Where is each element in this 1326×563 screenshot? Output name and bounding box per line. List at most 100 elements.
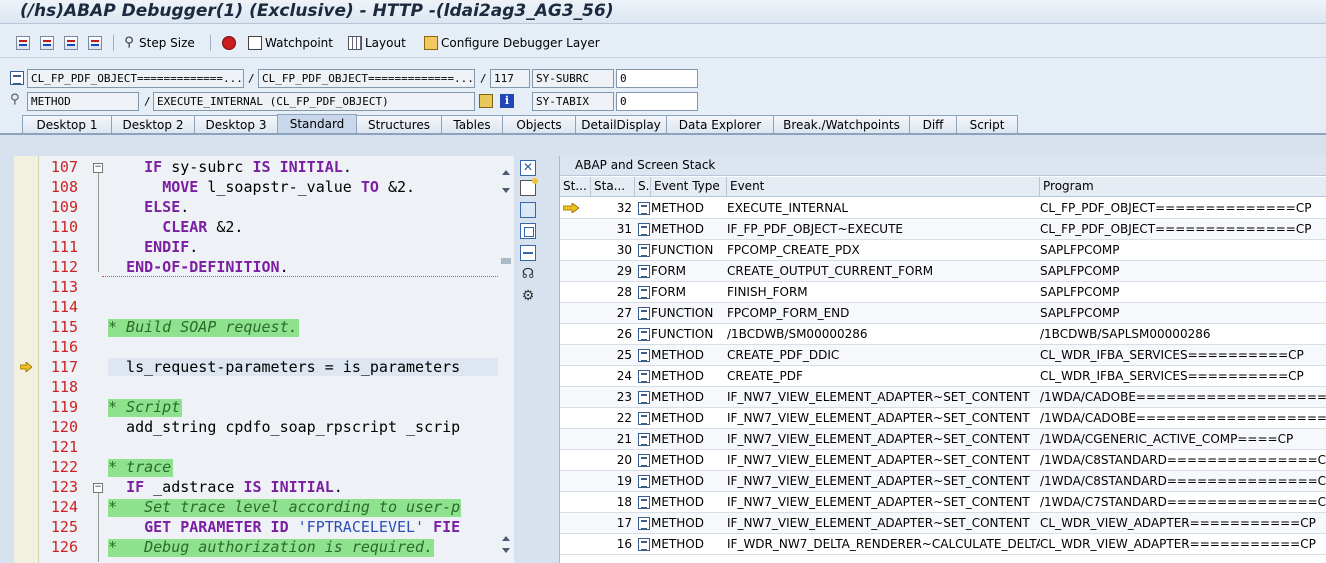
tab-standard[interactable]: Standard	[277, 114, 357, 134]
replace-tool-icon[interactable]	[520, 202, 536, 218]
code-line: ELSE.	[144, 198, 190, 216]
toolbar-separator	[210, 35, 211, 51]
program-field[interactable]: CL_FP_PDF_OBJECT=============...	[27, 69, 244, 88]
tab-structures[interactable]: Structures	[356, 115, 442, 134]
stack-row[interactable]: 19 METHOD IF_NW7_VIEW_ELEMENT_ADAPTER~SET_…	[560, 471, 1326, 492]
scroll-down-icon[interactable]	[502, 548, 510, 553]
tab-desktop-1[interactable]: Desktop 1	[22, 115, 112, 134]
editor-scrollbar[interactable]	[498, 162, 514, 557]
column-header-program[interactable]: Program	[1040, 177, 1326, 197]
scroll-thumb[interactable]	[501, 258, 511, 264]
step-into-button[interactable]	[16, 34, 30, 52]
tabix-label: SY-TABIX	[532, 92, 614, 111]
column-header-event[interactable]: Event	[727, 177, 1040, 197]
program-name: CL_FP_PDF_OBJECT==============CP	[1040, 201, 1312, 215]
program-name: SAPLFPCOMP	[1040, 264, 1120, 278]
scroll-down-icon[interactable]	[502, 188, 510, 193]
include-field[interactable]: CL_FP_PDF_OBJECT=============...	[258, 69, 475, 88]
stack-row[interactable]: 29 FORM CREATE_OUTPUT_CURRENT_FORM SAPLFPCO…	[560, 261, 1326, 282]
stack-level: 16	[616, 537, 632, 551]
close-tool-icon[interactable]: ✕	[520, 160, 536, 176]
continue-button[interactable]	[88, 34, 102, 52]
tab-diff[interactable]: Diff	[909, 115, 957, 134]
tab-desktop-2[interactable]: Desktop 2	[111, 115, 195, 134]
fold-toggle-icon[interactable]: −	[93, 483, 103, 493]
event-name: FPCOMP_FORM_END	[727, 306, 850, 320]
stack-level: 27	[616, 306, 632, 320]
tab-script[interactable]: Script	[956, 115, 1018, 134]
program-name: SAPLFPCOMP	[1040, 306, 1120, 320]
event-type: METHOD	[651, 453, 704, 467]
line-number: 114	[50, 298, 78, 316]
services-tool-icon[interactable]: ☊	[520, 266, 536, 282]
toolbar: ⚲ Step Size Watchpoint Layout Configure …	[0, 28, 1326, 58]
stack-row[interactable]: 26 FUNCTION/1BCDWB/SM00000286/1BCDWB/SAPL…	[560, 324, 1326, 345]
breakpoint-gutter[interactable]	[14, 156, 39, 563]
step-over-button[interactable]	[40, 34, 54, 52]
layout-button[interactable]: Layout	[348, 34, 406, 52]
stack-level: 22	[616, 411, 632, 425]
stack-row[interactable]: 18 METHOD IF_NW7_VIEW_ELEMENT_ADAPTER~SET_…	[560, 492, 1326, 513]
line-number: 119	[50, 398, 78, 416]
toolbar-separator	[113, 35, 114, 51]
navigate-icon[interactable]	[479, 94, 493, 108]
event-type-icon	[638, 223, 650, 236]
stack-row[interactable]: 17 METHOD IF_NW7_VIEW_ELEMENT_ADAPTER~SET_…	[560, 513, 1326, 534]
stack-row[interactable]: 28 FORM FINISH_FORM SAPLFPCOMP	[560, 282, 1326, 303]
stack-row[interactable]: 22 METHOD IF_NW7_VIEW_ELEMENT_ADAPTER~SET_…	[560, 408, 1326, 429]
stop-icon	[222, 36, 236, 50]
stack-row[interactable]: 31 METHOD IF_FP_PDF_OBJECT~EXECUTE CL_FP_PD…	[560, 219, 1326, 240]
column-header-status[interactable]: St...	[560, 177, 591, 197]
event-name: IF_NW7_VIEW_ELEMENT_ADAPTER~SET_CONTENT	[727, 516, 1030, 530]
new-tool-icon[interactable]	[520, 178, 538, 196]
event-field[interactable]: EXECUTE_INTERNAL (CL_FP_PDF_OBJECT)	[153, 92, 475, 111]
stack-row[interactable]: 25 METHOD CREATE_PDF_DDIC CL_WDR_IFBA_SERVI…	[560, 345, 1326, 366]
return-button[interactable]	[64, 34, 78, 52]
stack-row[interactable]: 32 METHOD EXECUTE_INTERNAL CL_FP_PDF_OBJECT…	[560, 198, 1326, 219]
info-icon[interactable]: i	[500, 94, 514, 108]
configure-layer-label: Configure Debugger Layer	[441, 36, 600, 50]
tab-tables[interactable]: Tables	[441, 115, 503, 134]
line-number: 117	[50, 358, 78, 376]
column-header-event-type[interactable]: Event Type	[651, 177, 727, 197]
scroll-up-icon[interactable]	[502, 170, 510, 175]
stack-row[interactable]: 16 METHOD IF_WDR_NW7_DELTA_RENDERER~CALCUL…	[560, 534, 1326, 555]
event-type: METHOD	[651, 369, 704, 383]
tab-desktop-3[interactable]: Desktop 3	[194, 115, 278, 134]
stop-button[interactable]	[222, 34, 236, 52]
line-number: 113	[50, 278, 78, 296]
stack-row[interactable]: 23 METHOD IF_NW7_VIEW_ELEMENT_ADAPTER~SET_…	[560, 387, 1326, 408]
tabix-value[interactable]: 0	[616, 92, 698, 111]
separator: /	[144, 95, 151, 108]
stack-row[interactable]: 24 METHOD CREATE_PDF CL_WDR_IFBA_SERVICES==…	[560, 366, 1326, 387]
fold-toggle-icon[interactable]: −	[93, 163, 103, 173]
configure-icon	[424, 36, 438, 50]
tab-detaildisplay[interactable]: DetailDisplay	[575, 115, 667, 134]
stack-row[interactable]: 30 FUNCTION FPCOMP_CREATE_PDX SAPLFPCOMP	[560, 240, 1326, 261]
scroll-up-icon[interactable]	[502, 536, 510, 541]
line-field[interactable]: 117	[490, 69, 530, 88]
stack-table-header: St... Sta... S.. Event Type Event Progra…	[560, 177, 1326, 197]
return-icon	[64, 36, 78, 50]
event-name: IF_NW7_VIEW_ELEMENT_ADAPTER~SET_CONTENT	[727, 453, 1030, 467]
event-type-field[interactable]: METHOD	[27, 92, 139, 111]
step-size-button[interactable]: ⚲ Step Size	[122, 34, 195, 52]
program-name: CL_WDR_VIEW_ADAPTER===========CP	[1040, 516, 1316, 530]
stack-row[interactable]: 27 FUNCTION FPCOMP_FORM_END SAPLFPCOMP	[560, 303, 1326, 324]
configure-debugger-layer-button[interactable]: Configure Debugger Layer	[424, 34, 600, 52]
stack-level: 28	[616, 285, 632, 299]
column-header-stack-level[interactable]: Sta...	[591, 177, 635, 197]
subrc-value[interactable]: 0	[616, 69, 698, 88]
column-header-s[interactable]: S..	[635, 177, 651, 197]
stack-row[interactable]: 21 METHOD IF_NW7_VIEW_ELEMENT_ADAPTER~SET_…	[560, 429, 1326, 450]
tab-objects[interactable]: Objects	[502, 115, 576, 134]
stack-row[interactable]: 20 METHOD IF_NW7_VIEW_ELEMENT_ADAPTER~SET_…	[560, 450, 1326, 471]
tab-breakpoints-watchpoints[interactable]: Break./Watchpoints	[773, 115, 910, 134]
maximize-tool-icon[interactable]	[520, 223, 536, 239]
watchpoint-button[interactable]: Watchpoint	[248, 34, 333, 52]
swap-tool-icon[interactable]	[520, 245, 536, 261]
settings-tool-icon[interactable]: ⚙	[520, 288, 536, 304]
footsteps-icon: ⚲	[124, 35, 134, 50]
tab-data-explorer[interactable]: Data Explorer	[666, 115, 774, 134]
event-type: METHOD	[651, 495, 704, 509]
